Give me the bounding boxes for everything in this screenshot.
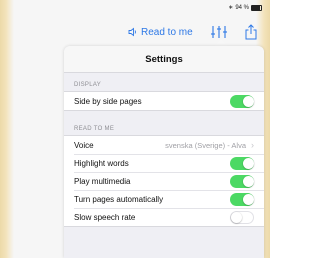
chevron-right-icon: › bbox=[251, 140, 254, 150]
turn-pages-label: Turn pages automatically bbox=[74, 194, 164, 204]
highlight-words-label: Highlight words bbox=[74, 158, 129, 168]
read-aloud-icon bbox=[128, 27, 136, 37]
turn-pages-toggle[interactable] bbox=[230, 192, 254, 206]
display-section-header: DISPLAY bbox=[74, 82, 101, 88]
battery-percentage: 94 % bbox=[235, 4, 249, 11]
play-multimedia-row: Play multimedia bbox=[64, 172, 264, 190]
settings-popover: Settings DISPLAY Side by side pages READ… bbox=[64, 46, 264, 258]
highlight-words-row: Highlight words bbox=[64, 154, 264, 172]
voice-label: Voice bbox=[74, 140, 94, 150]
sliders-icon[interactable] bbox=[210, 24, 228, 40]
voice-row[interactable]: Voice svenska (Sverige) - Alva › bbox=[64, 136, 264, 154]
bluetooth-icon: ∗ bbox=[228, 5, 234, 11]
play-multimedia-label: Play multimedia bbox=[74, 176, 131, 186]
read-to-me-section-header: READ TO ME bbox=[74, 126, 115, 132]
turn-pages-row: Turn pages automatically bbox=[64, 190, 264, 208]
read-to-me-button[interactable]: Read to me bbox=[128, 22, 193, 42]
read-to-me-group: Voice svenska (Sverige) - Alva › Highlig… bbox=[64, 135, 264, 227]
highlight-words-toggle[interactable] bbox=[230, 156, 254, 170]
side-by-side-row: Side by side pages bbox=[64, 92, 264, 110]
play-multimedia-toggle[interactable] bbox=[230, 174, 254, 188]
toolbar: Read to me bbox=[0, 22, 270, 44]
share-icon[interactable] bbox=[244, 24, 258, 40]
side-by-side-toggle[interactable] bbox=[230, 94, 254, 108]
settings-title: Settings bbox=[64, 46, 264, 73]
side-by-side-label: Side by side pages bbox=[74, 96, 142, 106]
slow-speech-toggle[interactable] bbox=[230, 210, 254, 224]
display-group: Side by side pages bbox=[64, 91, 264, 111]
status-bar: ∗ 94 % bbox=[228, 4, 262, 11]
battery-icon bbox=[251, 4, 262, 11]
slow-speech-row: Slow speech rate bbox=[64, 208, 264, 226]
read-to-me-label: Read to me bbox=[141, 26, 193, 38]
slow-speech-label: Slow speech rate bbox=[74, 212, 136, 222]
voice-value: svenska (Sverige) - Alva bbox=[165, 140, 246, 150]
